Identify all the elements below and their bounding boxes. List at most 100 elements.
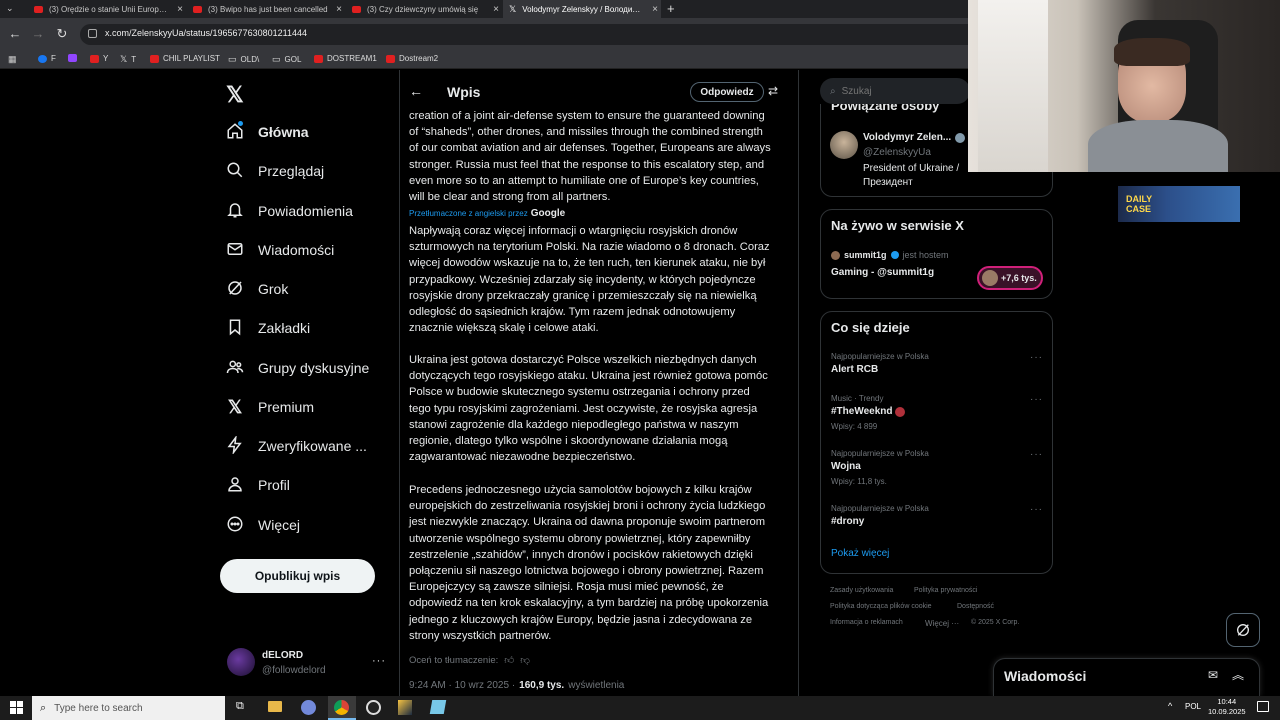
nav-item-profile[interactable]: Profil (226, 473, 290, 497)
task-view-icon[interactable]: ⧉ (236, 700, 244, 713)
trend-more-icon[interactable]: ··· (1030, 449, 1043, 460)
bookmark-f[interactable]: F (38, 54, 56, 63)
twitch-icon (68, 54, 77, 62)
avatar[interactable] (227, 648, 255, 676)
tray-chevron-icon[interactable]: ^ (1168, 701, 1172, 711)
bookmark-twitch[interactable] (68, 54, 77, 62)
facebook-icon (38, 54, 47, 63)
related-header: Powiązane osoby (831, 104, 940, 113)
file-explorer-icon[interactable] (268, 701, 282, 712)
browser-tab-4[interactable]: 𝕏 Volodymyr Zelenskyy / Володимир × (503, 0, 661, 18)
reply-button[interactable]: Odpowiedz (690, 82, 764, 102)
search-icon: ⌕ (40, 701, 47, 714)
browser-tab-3[interactable]: (3) Czy dziewczyny umówią się × (346, 0, 502, 18)
notification-center-icon[interactable] (1257, 701, 1269, 712)
trend-more-icon[interactable]: ··· (1030, 352, 1043, 363)
browser-tab-1[interactable]: (3) Orędzie o stanie Unii Europejskiej × (28, 0, 186, 18)
nav-item-explore[interactable]: Przeglądaj (226, 159, 324, 183)
x-logo-icon[interactable]: 𝕏 (226, 82, 244, 108)
grok-float-button[interactable] (1226, 613, 1260, 647)
footer-link[interactable]: Polityka prywatności (914, 587, 977, 594)
search-box[interactable]: ⌕ (820, 78, 970, 104)
filter-icon[interactable]: ⇄ (768, 84, 778, 98)
people-icon (226, 358, 244, 379)
verified-badge-icon (955, 132, 966, 143)
verified-badge-icon (890, 251, 899, 259)
nav-item-more[interactable]: Więcej (226, 513, 300, 537)
app-icon[interactable] (429, 700, 447, 714)
close-icon[interactable]: × (649, 4, 661, 15)
nav-item-premium[interactable]: 𝕏 Premium (226, 395, 314, 419)
thumbs-down-icon[interactable]: 👎︎ (520, 654, 530, 666)
live-stream-title[interactable]: Gaming - @summit1g (831, 267, 934, 278)
obs-icon[interactable] (366, 700, 381, 715)
browser-tab-2[interactable]: (3) Bwipo has just been cancelled × (187, 0, 345, 18)
chrome-icon (334, 700, 349, 715)
messages-drawer-title: Wiadomości (1004, 668, 1087, 684)
post-text-original: creation of a joint air-defense system t… (409, 110, 771, 204)
trend-name[interactable]: Alert RCB (831, 364, 878, 375)
nav-item-grok[interactable]: Grok (226, 277, 288, 301)
nav-item-notifications[interactable]: Powiadomienia (226, 199, 353, 223)
close-icon[interactable]: × (333, 4, 345, 15)
windows-start-icon[interactable] (10, 701, 23, 714)
back-arrow-icon[interactable]: ← (409, 83, 423, 99)
trend-item[interactable]: #TheWeeknd (831, 406, 905, 417)
trend-more-icon[interactable]: ··· (1030, 394, 1043, 405)
close-icon[interactable]: × (174, 4, 186, 15)
post-button[interactable]: Opublikuj wpis (220, 559, 375, 593)
forward-icon[interactable]: → (28, 24, 48, 44)
avatar[interactable] (830, 131, 858, 159)
trend-name[interactable]: Wojna (831, 461, 861, 472)
avatar (831, 250, 840, 260)
youtube-icon (193, 5, 202, 13)
taskbar-search[interactable]: ⌕ Type here to search (32, 696, 225, 720)
back-icon[interactable]: ← (5, 24, 25, 44)
trends-title: Co się dzieje (831, 320, 910, 335)
bookmark-t[interactable]: 𝕏T (120, 54, 136, 65)
language-indicator[interactable]: POL (1185, 702, 1201, 711)
youtube-icon (90, 54, 99, 63)
search-input[interactable] (841, 85, 952, 97)
footer-link[interactable]: Zasady użytkowania (830, 587, 893, 594)
bookmark-gol[interactable]: ▭ GOL (272, 54, 301, 65)
youtube-icon (386, 54, 395, 63)
account-menu-icon[interactable]: ··· (372, 655, 386, 667)
bookmark-old[interactable]: ▭ OLD\ (228, 54, 259, 65)
nav-item-communities[interactable]: Grupy dyskusyjne (226, 356, 369, 380)
trend-more-icon[interactable]: ··· (1030, 504, 1043, 515)
bookmark-dostream2[interactable]: Dostream2 (386, 54, 438, 63)
app-icon[interactable] (398, 700, 412, 715)
reload-icon[interactable]: ↻ (52, 24, 72, 44)
nav-item-bookmarks[interactable]: Zakładki (226, 316, 310, 340)
expand-icon[interactable]: ︽ (1232, 666, 1244, 683)
tab-list-icon[interactable]: ⌄ (6, 3, 14, 14)
show-more-link[interactable]: Pokaż więcej (831, 548, 889, 559)
new-tab-button[interactable]: + (667, 1, 675, 16)
bookmark-y[interactable]: Y (90, 54, 108, 63)
nav-item-messages[interactable]: Wiadomości (226, 238, 334, 262)
clock[interactable]: 10:44 10.09.2025 (1208, 697, 1246, 717)
bookmark-dostream1[interactable]: DOSTREAM1 (314, 54, 377, 63)
footer-link[interactable]: Więcej ··· (925, 619, 959, 628)
live-title: Na żywo w serwisie X (831, 218, 964, 233)
new-message-icon[interactable]: ✉ (1208, 668, 1218, 682)
discord-icon[interactable] (301, 700, 316, 715)
trend-name[interactable]: #drony (831, 516, 864, 527)
apps-grid-icon[interactable]: ▦ (8, 54, 17, 65)
person-name[interactable]: Volodymyr Zelen... (863, 132, 966, 143)
footer-link[interactable]: Polityka dotycząca plików cookie (830, 603, 932, 610)
live-listeners-pill[interactable]: +7,6 tys. (977, 266, 1043, 290)
post-meta: 9:24 AM · 10 wrz 2025 · 160,9 tys. wyświ… (409, 680, 625, 691)
trend-context: Najpopularniejsze w Polska (831, 449, 929, 458)
bookmark-chil-playlist[interactable]: CHIL PLAYLIST (150, 54, 220, 63)
footer-link[interactable]: Informacja o reklamach (830, 619, 903, 626)
footer-link[interactable]: Dostępność (957, 603, 994, 610)
site-info-icon[interactable] (88, 29, 97, 38)
trends-card (820, 311, 1053, 574)
trend-count: Wpisy: 11,8 tys. (831, 477, 887, 486)
nav-item-verified-orgs[interactable]: Zweryfikowane ... (226, 434, 367, 458)
thumbs-up-icon[interactable]: 👍︎ (504, 654, 514, 666)
more-circle-icon (226, 515, 244, 536)
close-icon[interactable]: × (490, 4, 502, 15)
